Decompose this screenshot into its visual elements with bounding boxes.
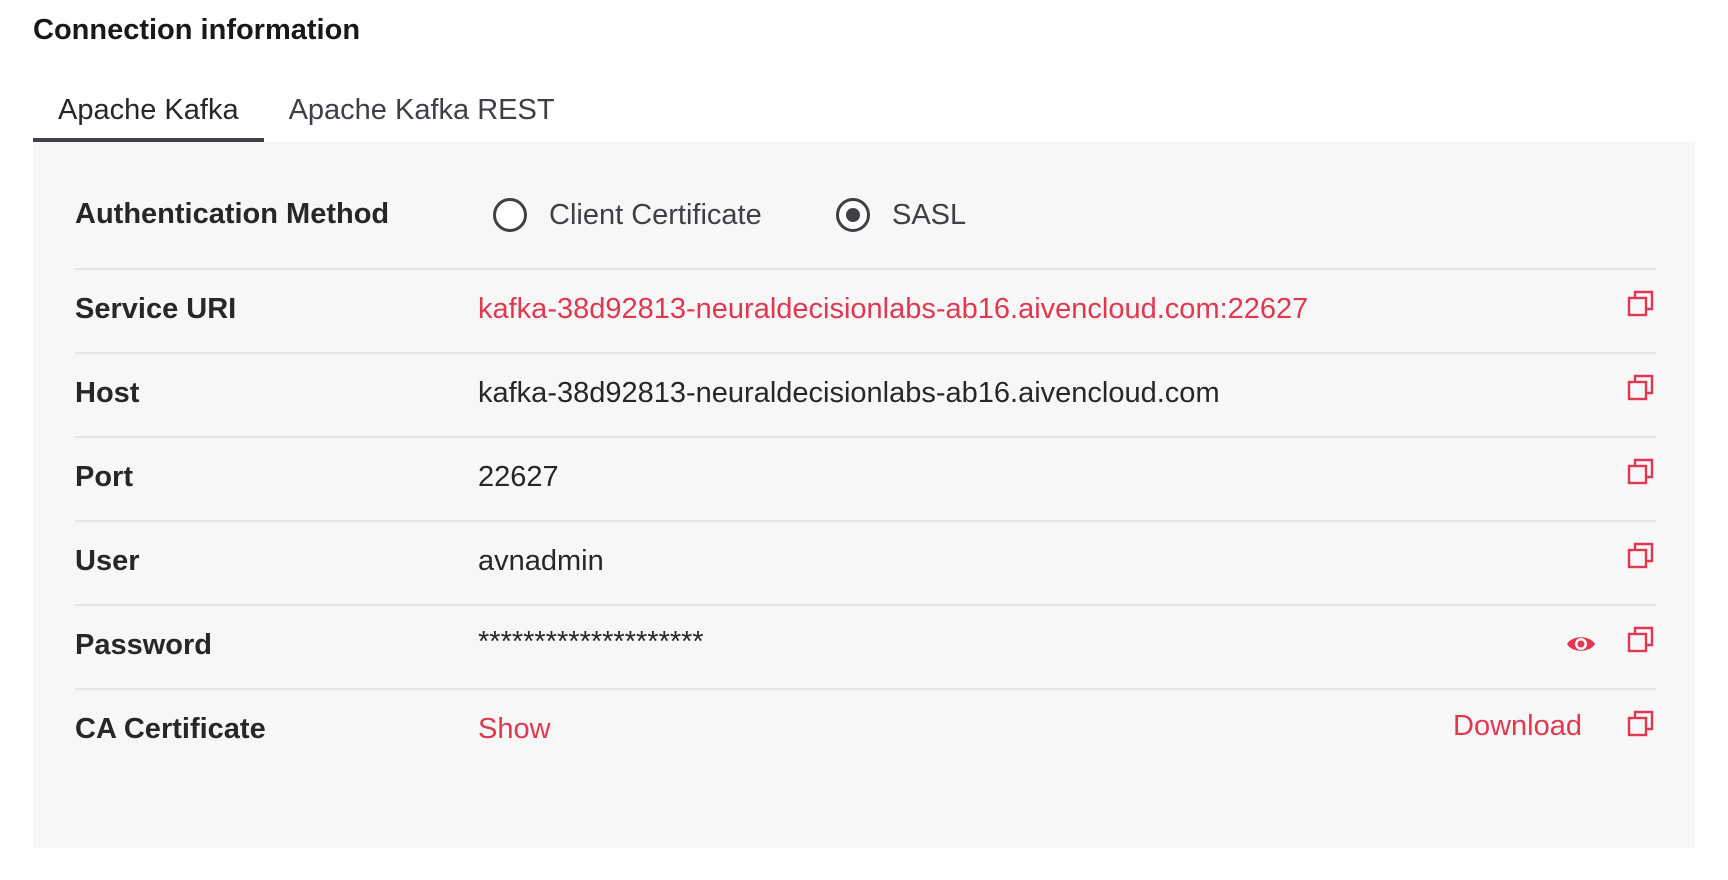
show-certificate-link[interactable]: Show <box>478 713 551 746</box>
section-title: Connection information <box>33 14 361 46</box>
user-row: User avnadmin <box>75 520 1656 606</box>
tab-apache-kafka-rest[interactable]: Apache Kafka REST <box>264 88 580 142</box>
service-uri-label: Service URI <box>75 293 237 325</box>
host-value: kafka-38d92813-neuraldecisionlabs-ab16.a… <box>478 377 1220 409</box>
host-row: Host kafka-38d92813-neuraldecisionlabs-a… <box>75 352 1656 438</box>
service-uri-value[interactable]: kafka-38d92813-neuraldecisionlabs-ab16.a… <box>478 293 1308 326</box>
radio-client-certificate[interactable]: Client Certificate <box>493 198 762 232</box>
host-label: Host <box>75 377 140 409</box>
password-label: Password <box>75 629 212 661</box>
port-value: 22627 <box>478 461 559 493</box>
radio-unchecked-icon <box>493 198 527 232</box>
copy-icon[interactable] <box>1626 709 1656 739</box>
radio-client-certificate-label: Client Certificate <box>549 198 762 231</box>
radio-sasl-label: SASL <box>892 198 967 231</box>
copy-icon[interactable] <box>1626 457 1656 487</box>
radio-sasl[interactable]: SASL <box>836 198 966 232</box>
password-row: Password ******************** <box>75 604 1656 690</box>
password-value: ******************** <box>478 626 704 658</box>
user-value: avnadmin <box>478 545 604 577</box>
port-row: Port 22627 <box>75 436 1656 522</box>
auth-method-label: Authentication Method <box>75 198 390 230</box>
connection-panel: Authentication Method Client Certificate… <box>33 142 1695 848</box>
ca-certificate-row: CA Certificate Show Download <box>75 688 1656 772</box>
connection-tabs: Apache Kafka Apache Kafka REST <box>33 88 580 142</box>
radio-checked-icon <box>836 198 870 232</box>
user-label: User <box>75 545 140 577</box>
eye-icon[interactable] <box>1566 633 1596 655</box>
service-uri-row: Service URI kafka-38d92813-neuraldecisio… <box>75 268 1656 354</box>
tab-apache-kafka[interactable]: Apache Kafka <box>33 88 264 142</box>
copy-icon[interactable] <box>1626 373 1656 403</box>
copy-icon[interactable] <box>1626 541 1656 571</box>
download-certificate-link[interactable]: Download <box>1453 710 1582 743</box>
ca-certificate-label: CA Certificate <box>75 713 266 745</box>
auth-method-row: Authentication Method Client Certificate… <box>75 142 1656 270</box>
copy-icon[interactable] <box>1626 625 1656 655</box>
copy-icon[interactable] <box>1626 289 1656 319</box>
port-label: Port <box>75 461 133 493</box>
